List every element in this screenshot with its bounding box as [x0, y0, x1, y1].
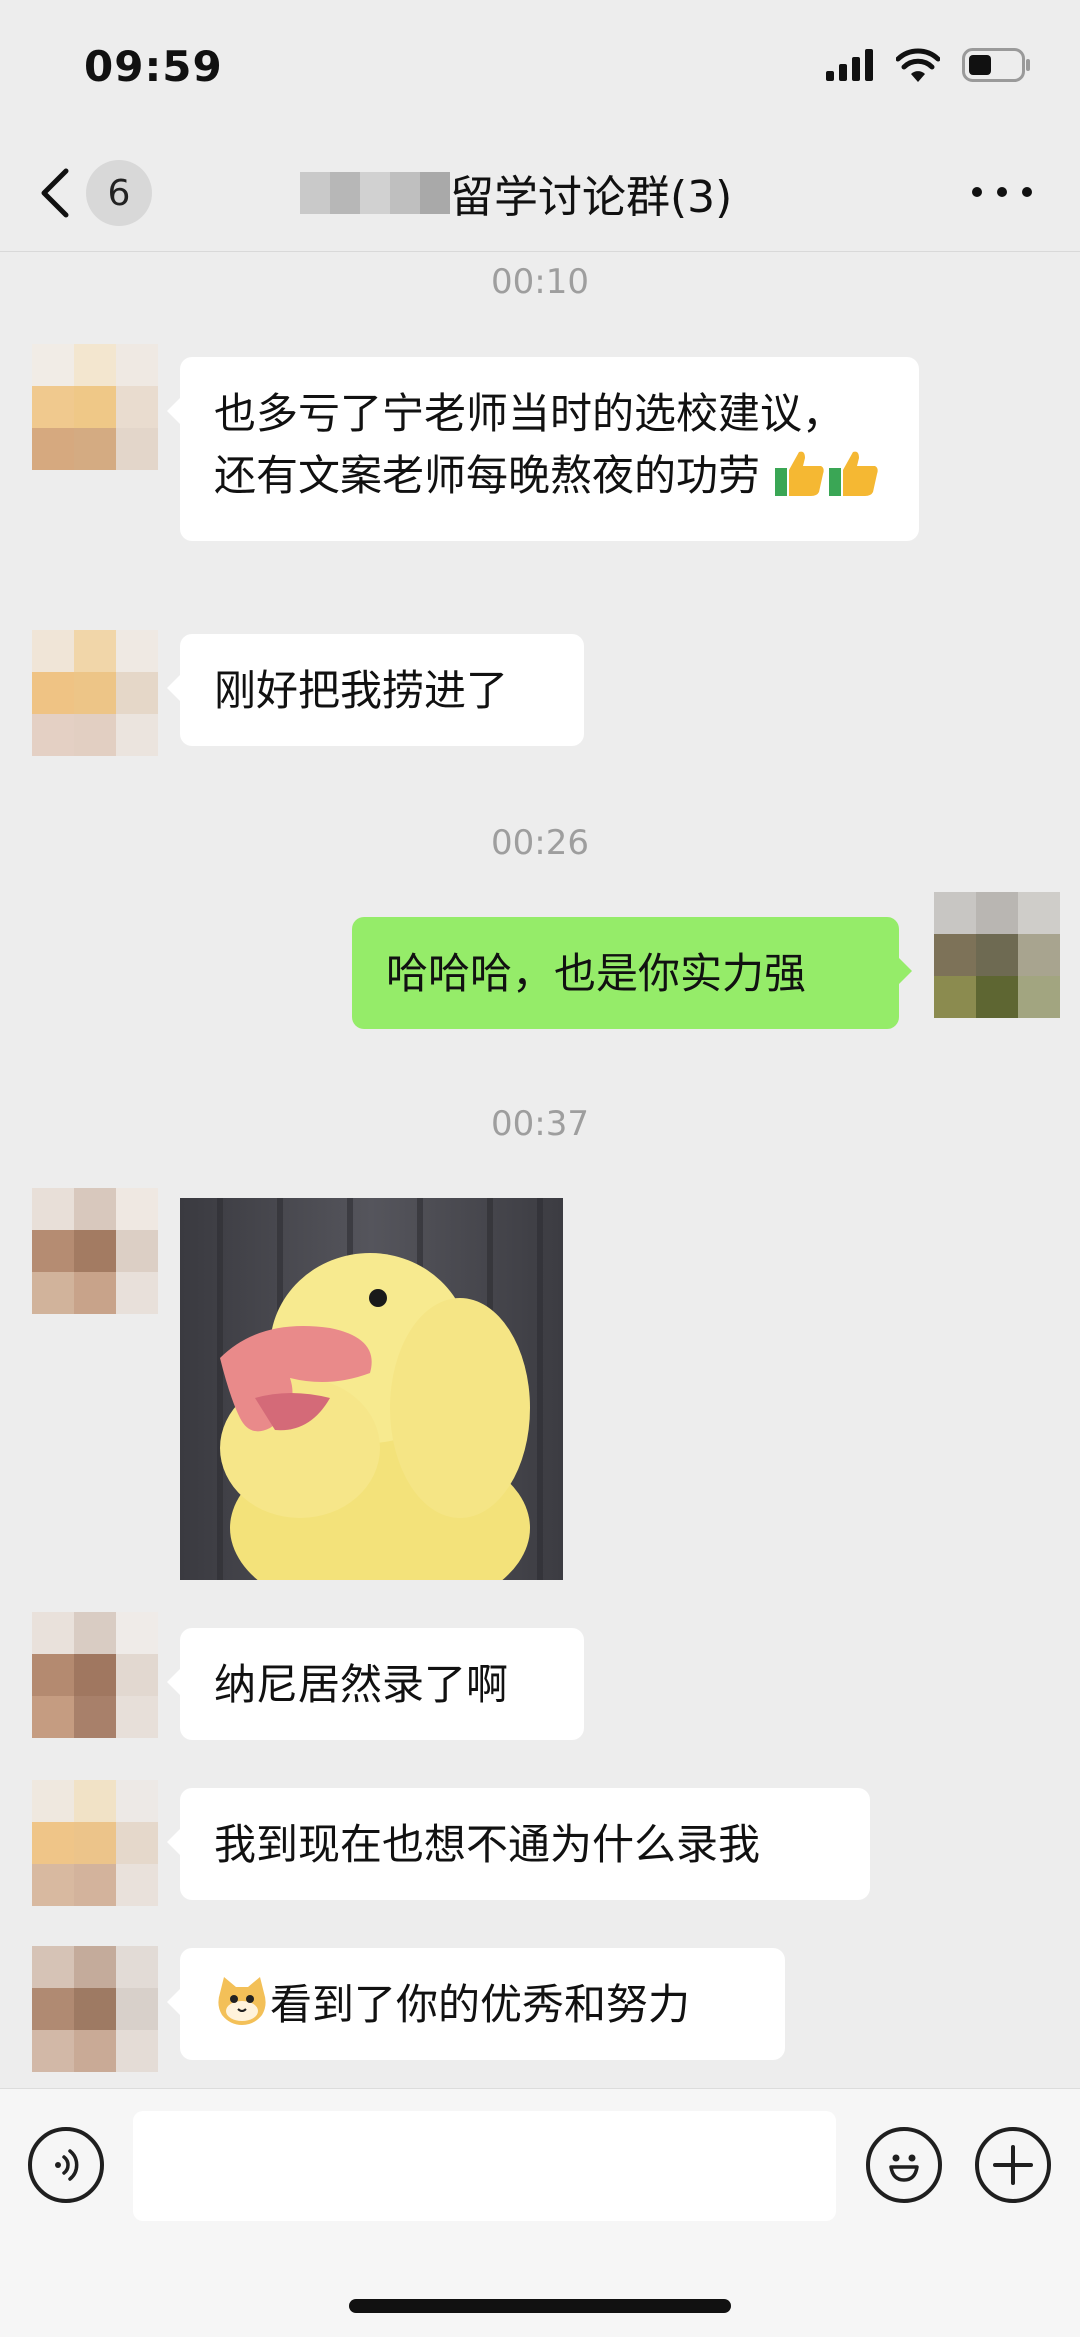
message-text: 刚好把我捞进了: [214, 666, 509, 715]
voice-button[interactable]: [28, 2127, 104, 2203]
duck-sticker-image: [180, 1198, 563, 1580]
avatar[interactable]: [32, 630, 158, 756]
thumbs-up-icon: [773, 448, 827, 515]
avatar[interactable]: [32, 1780, 158, 1906]
my-message-bubble[interactable]: 哈哈哈，也是你实力强: [352, 917, 912, 1029]
more-dot: [1022, 187, 1032, 197]
avatar[interactable]: [32, 344, 158, 470]
avatar[interactable]: [32, 1946, 158, 2072]
message-text: 纳尼居然录了啊: [214, 1660, 509, 1709]
chat-title: 留学讨论群(3): [300, 165, 732, 223]
message-bubble[interactable]: 纳尼居然录了啊: [167, 1628, 584, 1740]
battery-icon: [962, 48, 1030, 82]
cat-emoji-icon: [214, 1975, 270, 2044]
plus-button[interactable]: [975, 2127, 1051, 2203]
emoji-icon: [889, 2154, 919, 2182]
unread-count-badge: 6: [86, 160, 152, 226]
timestamp: 00:37: [491, 1104, 589, 1144]
more-icon: [972, 187, 982, 197]
timestamp: 00:26: [491, 823, 589, 863]
chat-title-text: 留学讨论群(3): [450, 172, 733, 223]
message-text: 看到了你的优秀和努力: [270, 1980, 691, 2029]
more-dot: [997, 187, 1007, 197]
avatar[interactable]: [32, 1612, 158, 1738]
message-bubble[interactable]: 刚好把我捞进了: [167, 634, 584, 746]
back-button[interactable]: 6: [40, 157, 152, 229]
thumbs-up-icon: [827, 448, 881, 515]
status-bar: 09:59: [0, 0, 1080, 135]
message-input[interactable]: [133, 2111, 836, 2221]
message-bubble[interactable]: 也多亏了宁老师当时的选校建议，还有文案老师每晚熬夜的功劳: [167, 357, 919, 541]
status-time: 09:59: [84, 42, 223, 91]
title-redaction: [300, 172, 450, 214]
plus-icon: [993, 2145, 1033, 2185]
more-button[interactable]: [972, 177, 1032, 207]
emoji-button[interactable]: [866, 2127, 942, 2203]
nav-bar: 6 留学讨论群(3): [0, 135, 1080, 252]
status-icons: [826, 48, 1032, 82]
message-text: 我到现在也想不通为什么录我: [214, 1820, 761, 1869]
chevron-left-icon: [41, 168, 69, 218]
duck-sticker[interactable]: [180, 1198, 563, 1580]
home-indicator[interactable]: [349, 2299, 731, 2313]
my-avatar[interactable]: [934, 892, 1060, 1018]
message-text: 哈哈哈，也是你实力强: [386, 949, 807, 998]
signal-icon: [826, 49, 873, 81]
avatar[interactable]: [32, 1188, 158, 1314]
message-text: 也多亏了宁老师当时的选校建议，还有文案老师每晚熬夜的功劳: [214, 389, 845, 500]
message-bubble[interactable]: 看到了你的优秀和努力: [167, 1948, 785, 2060]
wifi-icon: [896, 48, 940, 82]
voice-icon: [55, 2149, 79, 2181]
message-bubble[interactable]: 我到现在也想不通为什么录我: [167, 1788, 870, 1900]
timestamp: 00:10: [491, 262, 589, 302]
